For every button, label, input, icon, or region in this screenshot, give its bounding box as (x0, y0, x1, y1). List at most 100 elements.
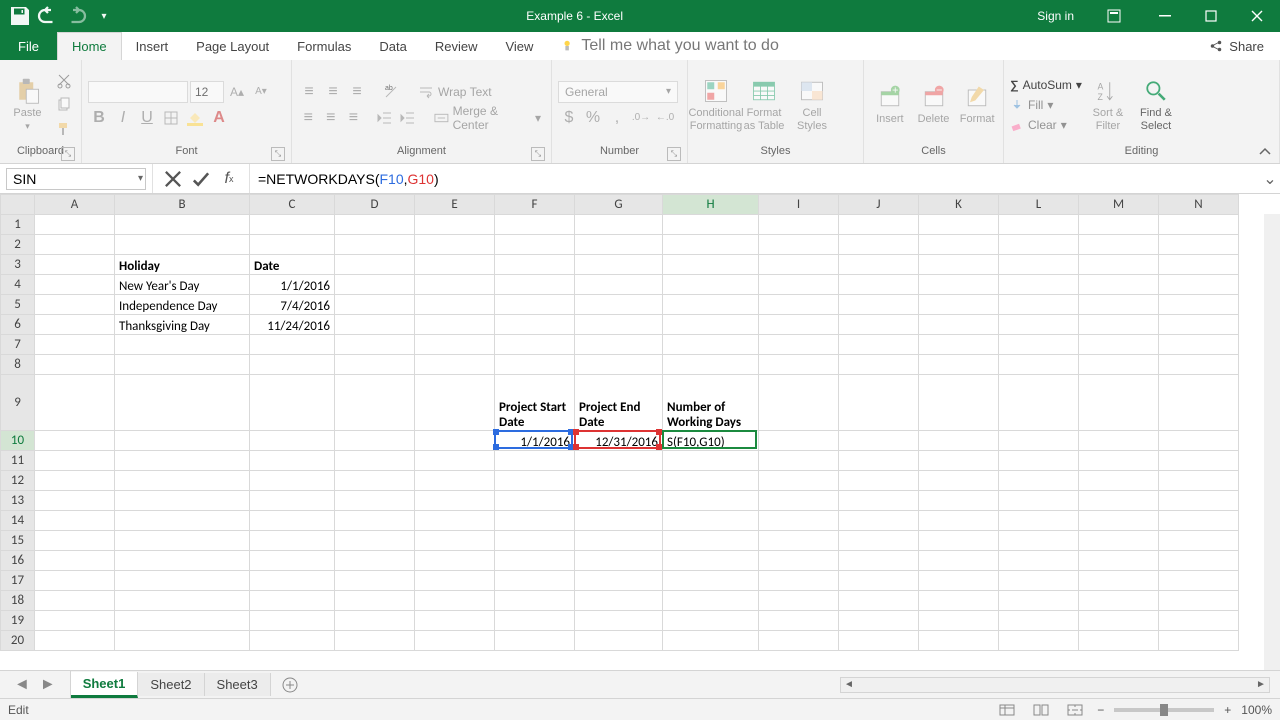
cell-I5[interactable] (759, 295, 839, 315)
cell-N13[interactable] (1159, 491, 1239, 511)
insert-cells-button[interactable]: Insert (870, 72, 910, 138)
new-sheet-icon[interactable] (277, 672, 303, 698)
cell-K4[interactable] (919, 275, 999, 295)
cell-B3[interactable]: Holiday (115, 255, 250, 275)
cell-A8[interactable] (35, 355, 115, 375)
cell-I3[interactable] (759, 255, 839, 275)
cell-F6[interactable] (495, 315, 575, 335)
clear-button[interactable]: Clear ▾ (1010, 115, 1082, 135)
align-top-icon[interactable]: ≡ (298, 81, 320, 103)
sort-filter-button[interactable]: AZSort & Filter (1086, 72, 1130, 138)
cell-F5[interactable] (495, 295, 575, 315)
zoom-out-icon[interactable]: − (1097, 703, 1104, 717)
cell-G6[interactable] (575, 315, 663, 335)
cell-J17[interactable] (839, 571, 919, 591)
cell-J4[interactable] (839, 275, 919, 295)
cell-H6[interactable] (663, 315, 759, 335)
grow-font-icon[interactable]: A▴ (226, 81, 248, 103)
cell-A16[interactable] (35, 551, 115, 571)
cell-N16[interactable] (1159, 551, 1239, 571)
cell-K6[interactable] (919, 315, 999, 335)
cell-K14[interactable] (919, 511, 999, 531)
cell-H15[interactable] (663, 531, 759, 551)
cell-A7[interactable] (35, 335, 115, 355)
cell-B1[interactable] (115, 215, 250, 235)
bold-icon[interactable]: B (88, 107, 110, 129)
row-header-6[interactable]: 6 (1, 315, 35, 335)
cell-L2[interactable] (999, 235, 1079, 255)
cell-A5[interactable] (35, 295, 115, 315)
cell-G15[interactable] (575, 531, 663, 551)
cell-H5[interactable] (663, 295, 759, 315)
cell-G11[interactable] (575, 451, 663, 471)
row-header-10[interactable]: 10 (1, 431, 35, 451)
cell-D3[interactable] (335, 255, 415, 275)
cell-L12[interactable] (999, 471, 1079, 491)
cell-I12[interactable] (759, 471, 839, 491)
cell-A15[interactable] (35, 531, 115, 551)
cell-E14[interactable] (415, 511, 495, 531)
cell-M7[interactable] (1079, 335, 1159, 355)
format-cells-button[interactable]: Format (957, 72, 997, 138)
align-left-icon[interactable]: ≡ (298, 107, 319, 129)
row-header-18[interactable]: 18 (1, 591, 35, 611)
cell-F9[interactable]: Project Start Date (495, 375, 575, 431)
cell-N8[interactable] (1159, 355, 1239, 375)
cell-D19[interactable] (335, 611, 415, 631)
cell-N5[interactable] (1159, 295, 1239, 315)
cell-A9[interactable] (35, 375, 115, 431)
cell-M16[interactable] (1079, 551, 1159, 571)
row-header-16[interactable]: 16 (1, 551, 35, 571)
row-header-19[interactable]: 19 (1, 611, 35, 631)
cell-C18[interactable] (250, 591, 335, 611)
cell-C8[interactable] (250, 355, 335, 375)
font-size-combo[interactable]: 12 (190, 81, 224, 103)
minimize-icon[interactable] (1142, 0, 1188, 32)
cell-E5[interactable] (415, 295, 495, 315)
row-header-15[interactable]: 15 (1, 531, 35, 551)
cell-B10[interactable] (115, 431, 250, 451)
fill-color-icon[interactable] (184, 107, 206, 129)
cell-F18[interactable] (495, 591, 575, 611)
tab-formulas[interactable]: Formulas (283, 32, 365, 60)
cell-A18[interactable] (35, 591, 115, 611)
cell-K16[interactable] (919, 551, 999, 571)
cell-N14[interactable] (1159, 511, 1239, 531)
cell-G10[interactable]: 12/31/2016 (575, 431, 663, 451)
row-header-11[interactable]: 11 (1, 451, 35, 471)
cell-F2[interactable] (495, 235, 575, 255)
cell-F19[interactable] (495, 611, 575, 631)
select-all-corner[interactable] (1, 195, 35, 215)
cell-H8[interactable] (663, 355, 759, 375)
cell-J12[interactable] (839, 471, 919, 491)
cell-C13[interactable] (250, 491, 335, 511)
cell-J20[interactable] (839, 631, 919, 651)
row-header-13[interactable]: 13 (1, 491, 35, 511)
cell-J10[interactable] (839, 431, 919, 451)
merge-center-button[interactable]: Merge & Center ▾ (430, 107, 545, 129)
cell-J14[interactable] (839, 511, 919, 531)
shrink-font-icon[interactable]: A▾ (250, 81, 272, 103)
cell-D14[interactable] (335, 511, 415, 531)
cell-N20[interactable] (1159, 631, 1239, 651)
tab-review[interactable]: Review (421, 32, 492, 60)
col-header-H[interactable]: H (663, 195, 759, 215)
cell-I13[interactable] (759, 491, 839, 511)
cell-E13[interactable] (415, 491, 495, 511)
tab-file[interactable]: File (0, 32, 57, 60)
row-header-8[interactable]: 8 (1, 355, 35, 375)
autosum-button[interactable]: ∑AutoSum ▾ (1010, 75, 1082, 95)
enter-formula-icon[interactable] (191, 169, 211, 189)
cut-icon[interactable] (53, 70, 75, 92)
cell-M12[interactable] (1079, 471, 1159, 491)
cell-J13[interactable] (839, 491, 919, 511)
cell-G16[interactable] (575, 551, 663, 571)
cell-F11[interactable] (495, 451, 575, 471)
cell-H19[interactable] (663, 611, 759, 631)
cell-L15[interactable] (999, 531, 1079, 551)
find-select-button[interactable]: Find & Select (1134, 72, 1178, 138)
cell-I11[interactable] (759, 451, 839, 471)
format-as-table-button[interactable]: Format as Table (742, 72, 786, 138)
cell-C6[interactable]: 11/24/2016 (250, 315, 335, 335)
col-header-I[interactable]: I (759, 195, 839, 215)
